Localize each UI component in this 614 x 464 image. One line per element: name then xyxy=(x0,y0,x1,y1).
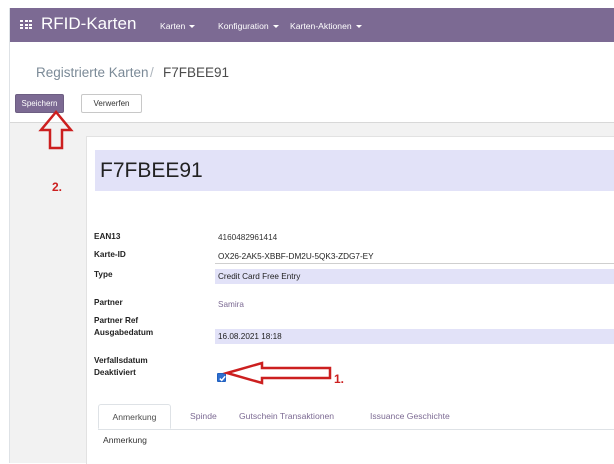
step-1-label: 1. xyxy=(334,372,345,386)
up-arrow-annotation xyxy=(38,110,74,150)
left-arrow-annotation xyxy=(222,361,332,385)
step-2-label: 2. xyxy=(52,180,63,194)
annotation-overlay xyxy=(38,110,332,385)
